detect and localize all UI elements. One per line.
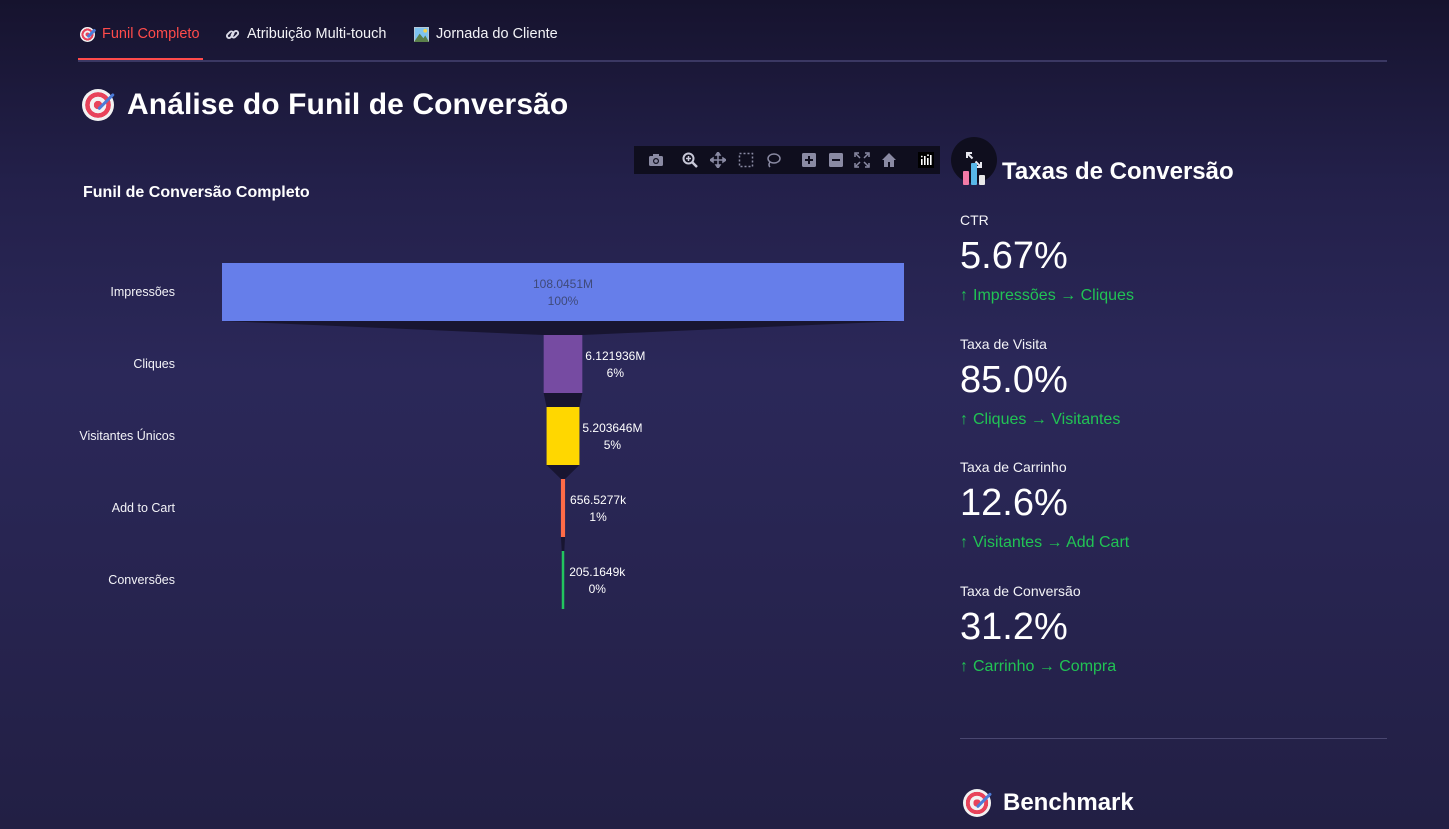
- metric-taxa-de-conversao: Taxa de Conversão 31.2% ↑ Carrinho → Com…: [960, 583, 1380, 676]
- metric-value: 31.2%: [960, 606, 1068, 648]
- metric-delta: ↑ Visitantes → Add Cart: [960, 534, 1380, 552]
- tab-jornada-do-cliente[interactable]: Jornada do Cliente: [414, 26, 558, 42]
- plotly-logo-icon[interactable]: [918, 152, 934, 168]
- metric-ctr: CTR 5.67% ↑ Impressões → Cliques: [960, 212, 1380, 305]
- reset-home-icon[interactable]: [881, 152, 897, 168]
- funnel-percent-label: 100%: [548, 294, 579, 308]
- funnel-value-label: 656.5277k: [570, 493, 627, 507]
- zoom-out-icon[interactable]: [828, 152, 844, 168]
- autoscale-icon[interactable]: [854, 152, 870, 168]
- section-title-text: Taxas de Conversão: [1002, 158, 1234, 185]
- zoom-icon[interactable]: [682, 152, 698, 168]
- metric-label: Taxa de Visita: [960, 336, 1047, 352]
- funnel-category-label: Conversões: [108, 573, 175, 587]
- funnel-percent-label: 0%: [589, 582, 607, 596]
- funnel-category-label: Visitantes Únicos: [79, 428, 175, 443]
- arrow-up-icon: ↑: [960, 287, 968, 304]
- metric-label: Taxa de Conversão: [960, 583, 1081, 599]
- target-icon: [963, 789, 991, 817]
- link-icon: [225, 27, 240, 42]
- chart-toolbar: [634, 146, 940, 174]
- funnel-category-label: Add to Cart: [112, 501, 176, 515]
- metric-delta-text: Impressões → Cliques: [973, 287, 1134, 304]
- conversion-rates-heading: Taxas de Conversão: [963, 158, 1234, 186]
- target-icon: [82, 89, 114, 121]
- metric-value: 85.0%: [960, 359, 1068, 401]
- box-select-icon[interactable]: [738, 152, 754, 168]
- arrow-up-icon: ↑: [960, 534, 968, 551]
- tab-funil-completo[interactable]: Funil Completo: [80, 26, 200, 42]
- tab-atribuicao-multi-touch[interactable]: Atribuição Multi-touch: [225, 26, 386, 42]
- tab-label: Atribuição Multi-touch: [247, 26, 387, 42]
- funnel-bar: [546, 407, 580, 465]
- image-icon: [414, 26, 429, 42]
- camera-icon[interactable]: [648, 152, 664, 168]
- metric-label: CTR: [960, 212, 989, 228]
- lasso-icon[interactable]: [765, 152, 781, 168]
- section-title-text: Benchmark: [1003, 789, 1134, 816]
- funnel-bar: [222, 263, 904, 321]
- metric-taxa-de-visita: Taxa de Visita 85.0% ↑ Cliques → Visitan…: [960, 336, 1380, 429]
- metric-value: 5.67%: [960, 235, 1068, 277]
- metric-delta: ↑ Carrinho → Compra: [960, 658, 1380, 676]
- bar-chart-icon: [963, 159, 989, 185]
- metric-delta-text: Visitantes → Add Cart: [973, 534, 1130, 551]
- metric-delta: ↑ Cliques → Visitantes: [960, 411, 1380, 429]
- metric-taxa-de-carrinho: Taxa de Carrinho 12.6% ↑ Visitantes → Ad…: [960, 459, 1380, 552]
- funnel-bar: [560, 479, 566, 537]
- metric-delta-text: Cliques → Visitantes: [973, 411, 1121, 428]
- metric-delta: ↑ Impressões → Cliques: [960, 287, 1380, 305]
- funnel-category-label: Impressões: [110, 285, 175, 299]
- funnel-percent-label: 1%: [589, 510, 607, 524]
- metric-label: Taxa de Carrinho: [960, 459, 1067, 475]
- tab-label: Jornada do Cliente: [436, 26, 558, 42]
- funnel-connector: [222, 321, 904, 335]
- target-icon: [80, 26, 95, 42]
- tab-bar: Funil Completo Atribuição Multi-touch Jo…: [78, 18, 1387, 62]
- funnel-bar: [543, 335, 583, 393]
- funnel-connector: [543, 393, 583, 407]
- funnel-value-label: 5.203646M: [582, 421, 642, 435]
- funnel-percent-label: 6%: [607, 366, 625, 380]
- metric-value: 12.6%: [960, 482, 1068, 524]
- chart-title: Funil de Conversão Completo: [83, 184, 310, 201]
- section-divider: [960, 738, 1387, 739]
- tab-label: Funil Completo: [102, 26, 200, 42]
- funnel-connector: [546, 465, 580, 479]
- page-title: Análise do Funil de Conversão: [82, 88, 568, 122]
- active-tab-indicator: [78, 58, 203, 60]
- page-title-text: Análise do Funil de Conversão: [127, 88, 569, 121]
- pan-icon[interactable]: [710, 152, 726, 168]
- arrow-up-icon: ↑: [960, 411, 968, 428]
- funnel-chart: Impressões 108.0451M 100% Cliques 6.121936M 6…: [79, 263, 904, 609]
- funnel-value-label: 6.121936M: [585, 349, 645, 363]
- metric-delta-text: Carrinho → Compra: [973, 658, 1117, 675]
- funnel-bar: [561, 551, 565, 609]
- funnel-category-label: Cliques: [133, 357, 175, 371]
- funnel-value-label: 205.1649k: [569, 565, 626, 579]
- funnel-connector: [560, 537, 566, 551]
- zoom-in-icon[interactable]: [801, 152, 817, 168]
- arrow-up-icon: ↑: [960, 658, 968, 675]
- funnel-percent-label: 5%: [604, 438, 622, 452]
- benchmark-heading: Benchmark: [963, 789, 1134, 817]
- funnel-value-label: 108.0451M: [533, 277, 593, 291]
